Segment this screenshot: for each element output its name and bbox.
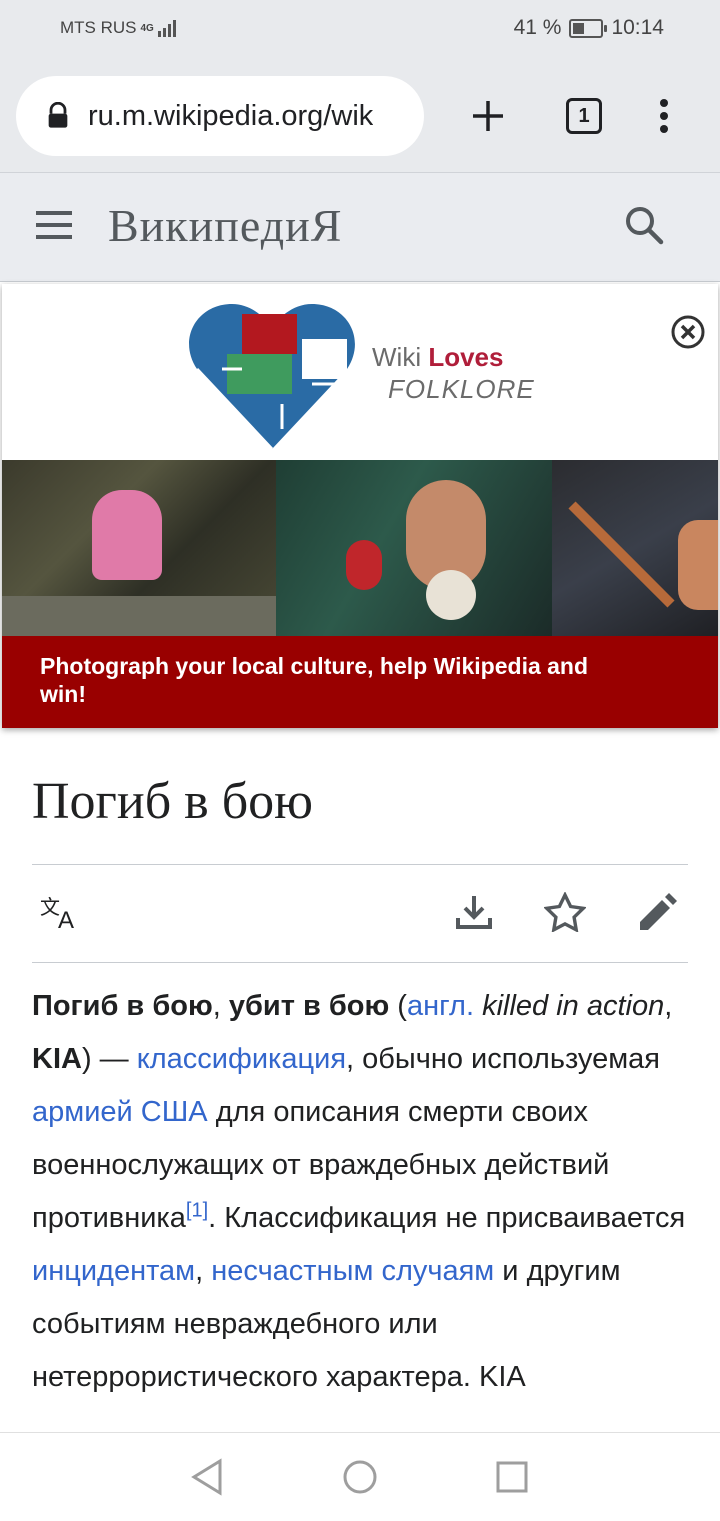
more-vert-icon bbox=[660, 99, 668, 133]
photo-musician bbox=[552, 460, 718, 636]
search-icon[interactable] bbox=[624, 205, 664, 245]
browser-toolbar: ru.m.wikipedia.org/wik 1 bbox=[0, 62, 720, 172]
network-type: 4G bbox=[140, 22, 154, 34]
text-span: ( bbox=[389, 990, 407, 1022]
link-us-army[interactable]: армией США bbox=[32, 1096, 208, 1128]
browser-menu-button[interactable] bbox=[640, 92, 688, 140]
download-icon[interactable] bbox=[454, 892, 494, 932]
term-kia: KIA bbox=[32, 1043, 82, 1075]
photo-folk-performer bbox=[276, 460, 552, 636]
close-banner-icon[interactable] bbox=[670, 314, 706, 350]
signal-icon bbox=[157, 20, 176, 37]
term-bold-1: Погиб в бою bbox=[32, 990, 213, 1022]
watchlist-star-icon[interactable] bbox=[544, 892, 586, 932]
photo-soldiers-child bbox=[2, 460, 276, 636]
svg-text:A: A bbox=[58, 907, 74, 932]
actions-divider bbox=[32, 962, 688, 963]
article-paragraph: Погиб в бою, убит в бою (англ. killed in… bbox=[32, 980, 692, 1436]
recents-icon[interactable] bbox=[494, 1457, 530, 1497]
status-bar: MTS RUS 4G 41 % 10:14 bbox=[0, 0, 720, 62]
wikipedia-logo[interactable]: ВикипедиЯ bbox=[108, 199, 342, 252]
tab-switcher-button[interactable]: 1 bbox=[560, 92, 608, 140]
battery-icon bbox=[569, 18, 608, 38]
lock-icon bbox=[48, 102, 68, 128]
text-span: , обычно используемая bbox=[346, 1043, 661, 1075]
svg-text:文: 文 bbox=[40, 895, 60, 919]
wordmark-loves: Loves bbox=[428, 342, 504, 372]
english-term: killed in action bbox=[482, 990, 665, 1022]
page-title: Погиб в бою bbox=[32, 773, 314, 830]
link-incidents[interactable]: инцидентам bbox=[32, 1255, 195, 1287]
wiki-header: ВикипедиЯ bbox=[0, 172, 720, 282]
plus-icon bbox=[473, 101, 503, 131]
text-span: , bbox=[212, 990, 229, 1022]
wlf-wordmark: Wiki Loves FOLKLORE bbox=[372, 342, 534, 404]
link-classification[interactable]: классификация bbox=[137, 1043, 346, 1075]
wordmark-folklore: FOLKLORE bbox=[388, 374, 535, 404]
reference-link-1[interactable]: [1] bbox=[186, 1199, 208, 1221]
back-icon[interactable] bbox=[188, 1457, 224, 1497]
text-span bbox=[474, 990, 482, 1022]
home-icon[interactable] bbox=[340, 1457, 380, 1497]
link-accidents[interactable]: несчастным случаям bbox=[211, 1255, 494, 1287]
text-span: ) — bbox=[81, 1043, 137, 1075]
clock: 10:14 bbox=[611, 16, 664, 39]
banner-cta[interactable]: Photograph your local culture, help Wiki… bbox=[2, 636, 718, 728]
edit-pencil-icon[interactable] bbox=[636, 892, 678, 934]
heart-puzzle-logo bbox=[189, 304, 355, 451]
status-right: 41 % 10:14 bbox=[514, 16, 664, 40]
address-bar[interactable]: ru.m.wikipedia.org/wik bbox=[16, 76, 424, 156]
carrier-name: MTS RUS bbox=[60, 18, 137, 37]
wordmark-wiki: Wiki bbox=[372, 342, 422, 372]
url-text: ru.m.wikipedia.org/wik bbox=[88, 99, 374, 132]
tab-count: 1 bbox=[566, 98, 602, 134]
banner-cta-text: Photograph your local culture, help Wiki… bbox=[40, 653, 589, 707]
carrier-info: MTS RUS 4G bbox=[60, 18, 178, 38]
title-divider bbox=[32, 864, 688, 865]
hamburger-menu-icon[interactable] bbox=[34, 207, 74, 243]
text-span: . Классификация не присваивается bbox=[208, 1202, 686, 1234]
link-english[interactable]: англ. bbox=[407, 990, 474, 1022]
text-span: , bbox=[664, 990, 673, 1022]
text-span: , bbox=[195, 1255, 212, 1287]
banner-photos bbox=[2, 460, 718, 636]
battery-percent: 41 % bbox=[513, 16, 562, 39]
language-icon[interactable]: 文 A bbox=[40, 892, 84, 932]
campaign-banner[interactable]: Wiki Loves FOLKLORE Photograph your loca… bbox=[2, 284, 718, 728]
system-nav-bar bbox=[0, 1432, 720, 1521]
new-tab-button[interactable] bbox=[464, 92, 512, 140]
term-bold-2: убит в бою bbox=[228, 990, 390, 1022]
